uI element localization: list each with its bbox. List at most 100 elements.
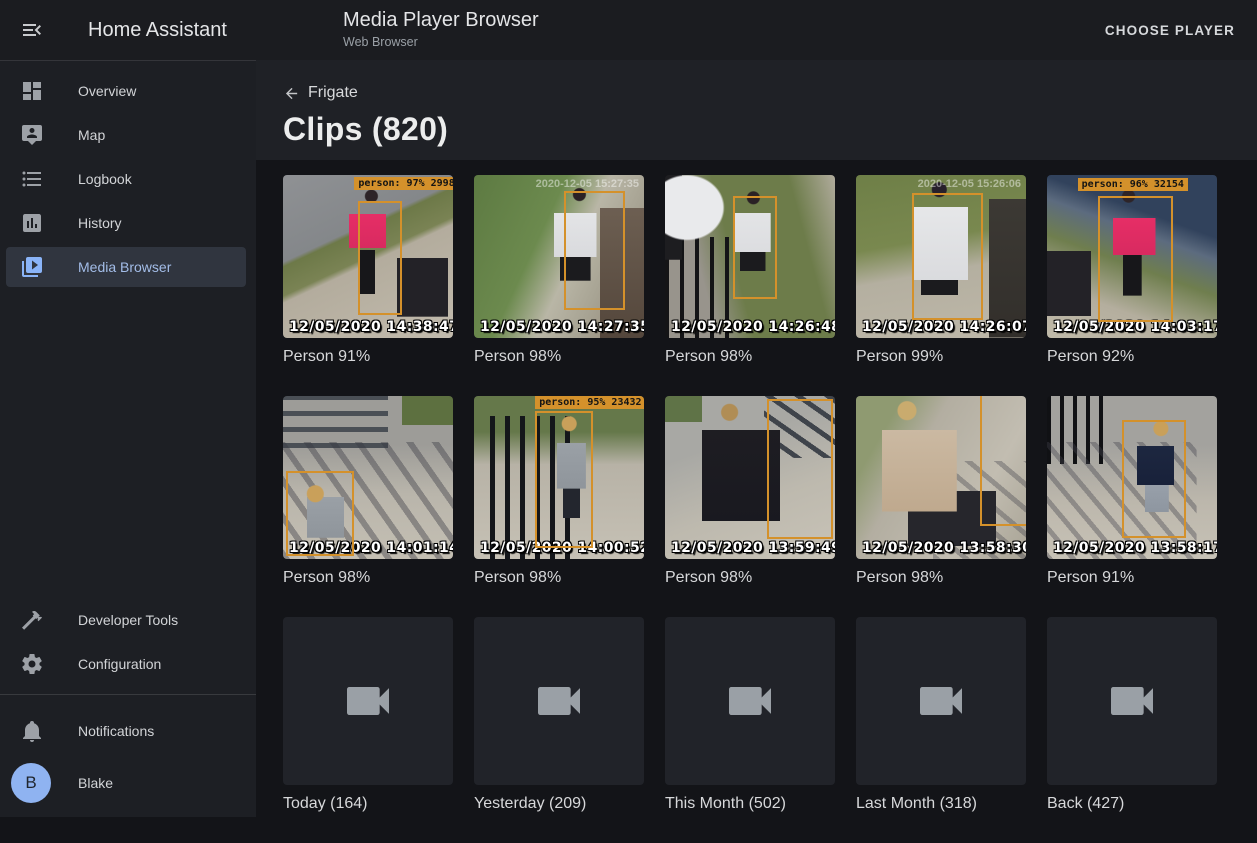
app-title: Home Assistant (88, 19, 227, 42)
detection-bbox (912, 193, 983, 320)
folder-thumbnail (283, 617, 453, 785)
clip-tile[interactable]: 12/05/2020 13:59:49 Person 98% (665, 396, 835, 587)
clip-caption: Person 92% (1047, 347, 1217, 366)
detection-label: person: 97% 29988 (354, 177, 453, 190)
detection-bbox (564, 191, 625, 310)
video-icon (531, 673, 587, 729)
sidebar-item-label: Logbook (78, 171, 132, 187)
video-icon (722, 673, 778, 729)
clip-timestamp: 12/05/2020 14:38:47 (289, 319, 453, 335)
page-header-subtitle: Web Browser (343, 35, 539, 49)
media-browser-content: Frigate Clips (820) person: 97% 29988 12… (256, 60, 1257, 817)
list-bulleted-icon (20, 167, 44, 191)
sidebar-item-overview[interactable]: Overview (6, 71, 246, 111)
folder-thumbnail (665, 617, 835, 785)
sidebar-divider (0, 694, 256, 695)
sidebar-item-configuration[interactable]: Configuration (6, 644, 246, 684)
clip-tile[interactable]: 12/05/2020 13:58:30 Person 98% (856, 396, 1026, 587)
sidebar: Overview Map Logbook History Media Brows… (0, 60, 256, 817)
sidebar-item-label: Map (78, 127, 105, 143)
detection-bbox (980, 396, 1026, 526)
menu-open-icon[interactable] (20, 18, 44, 42)
bell-icon (20, 719, 44, 743)
clip-caption: Person 98% (665, 568, 835, 587)
folder-tile-last-month[interactable]: Last Month (318) (856, 617, 1026, 813)
sidebar-item-label: History (78, 215, 122, 231)
clip-thumbnail: person: 95% 23432 12/05/2020 14:00:52 (474, 396, 644, 559)
detection-label: person: 95% 23432 (535, 396, 644, 409)
clip-thumbnail: 12/05/2020 13:58:17 (1047, 396, 1217, 559)
sidebar-item-history[interactable]: History (6, 203, 246, 243)
choose-player-button[interactable]: CHOOSE PLAYER (1105, 0, 1235, 60)
clip-timestamp: 12/05/2020 13:59:49 (671, 540, 835, 556)
detection-bbox (733, 196, 777, 299)
chart-box-icon (20, 211, 44, 235)
folder-tile-back[interactable]: Back (427) (1047, 617, 1217, 813)
folder-caption: This Month (502) (665, 794, 835, 813)
clip-timestamp: 12/05/2020 13:58:30 (862, 540, 1026, 556)
folder-caption: Today (164) (283, 794, 453, 813)
clip-caption: Person 98% (474, 568, 644, 587)
sidebar-item-logbook[interactable]: Logbook (6, 159, 246, 199)
detection-bbox (535, 411, 593, 548)
clip-caption: Person 98% (474, 347, 644, 366)
clip-tile[interactable]: person: 95% 23432 12/05/2020 14:00:52 Pe… (474, 396, 644, 587)
video-icon (340, 673, 396, 729)
folder-tile-this-month[interactable]: This Month (502) (665, 617, 835, 813)
clip-caption: Person 91% (1047, 568, 1217, 587)
clip-tile[interactable]: 2020-12-05 15:26:06 12/05/2020 14:26:07 … (856, 175, 1026, 366)
user-name: Blake (78, 775, 113, 791)
clip-timestamp: 12/05/2020 14:27:35 (480, 319, 644, 335)
folder-caption: Yesterday (209) (474, 794, 644, 813)
play-box-multiple-icon (20, 255, 44, 279)
sidebar-item-label: Configuration (78, 656, 161, 672)
folder-tile-yesterday[interactable]: Yesterday (209) (474, 617, 644, 813)
clip-thumbnail: 12/05/2020 13:58:30 (856, 396, 1026, 559)
folder-tile-today[interactable]: Today (164) (283, 617, 453, 813)
camera-osd-timestamp: 2020-12-05 15:27:35 (536, 178, 639, 190)
camera-osd-timestamp: 2020-12-05 15:26:06 (918, 178, 1021, 190)
video-icon (1104, 673, 1160, 729)
clip-timestamp: 12/05/2020 14:26:07 (862, 319, 1026, 335)
clip-tile[interactable]: person: 97% 29988 12/05/2020 14:38:47 Pe… (283, 175, 453, 366)
folder-thumbnail (1047, 617, 1217, 785)
sidebar-item-media-browser[interactable]: Media Browser (6, 247, 246, 287)
clip-thumbnail: 12/05/2020 13:59:49 (665, 396, 835, 559)
clip-tile[interactable]: 12/05/2020 14:01:14 Person 98% (283, 396, 453, 587)
clip-thumbnail: 2020-12-05 15:26:06 12/05/2020 14:26:07 (856, 175, 1026, 338)
clip-caption: Person 98% (283, 568, 453, 587)
video-icon (913, 673, 969, 729)
sidebar-item-label: Media Browser (78, 259, 171, 275)
sidebar-item-user-profile[interactable]: B Blake (6, 755, 246, 811)
sidebar-item-label: Overview (78, 83, 136, 99)
clip-thumbnail: person: 97% 29988 12/05/2020 14:38:47 (283, 175, 453, 338)
breadcrumb-back-frigate[interactable]: Frigate (283, 84, 358, 102)
clip-caption: Person 98% (665, 347, 835, 366)
sidebar-item-notifications[interactable]: Notifications (6, 711, 246, 751)
breadcrumb-label: Frigate (308, 84, 358, 102)
clip-tile[interactable]: 12/05/2020 13:58:17 Person 91% (1047, 396, 1217, 587)
map-account-icon (20, 123, 44, 147)
clip-thumbnail: 12/05/2020 14:01:14 (283, 396, 453, 559)
clip-thumbnail: 12/05/2020 14:26:48 (665, 175, 835, 338)
clip-tile[interactable]: person: 96% 32154 12/05/2020 14:03:17 Pe… (1047, 175, 1217, 366)
clip-caption: Person 98% (856, 568, 1026, 587)
detection-label: person: 96% 32154 (1078, 178, 1188, 191)
detection-bbox (1122, 420, 1187, 537)
app-top-bar: Home Assistant Media Player Browser Web … (0, 0, 1257, 60)
clip-timestamp: 12/05/2020 13:58:17 (1053, 540, 1217, 556)
clip-caption: Person 99% (856, 347, 1026, 366)
detection-bbox (767, 399, 833, 539)
clip-tile[interactable]: 2020-12-05 15:27:35 12/05/2020 14:27:35 … (474, 175, 644, 366)
sidebar-item-developer-tools[interactable]: Developer Tools (6, 600, 246, 640)
folder-caption: Back (427) (1047, 794, 1217, 813)
clip-thumbnail: person: 96% 32154 12/05/2020 14:03:17 (1047, 175, 1217, 338)
sidebar-item-map[interactable]: Map (6, 115, 246, 155)
gear-icon (20, 652, 44, 676)
clip-tile[interactable]: 12/05/2020 14:26:48 Person 98% (665, 175, 835, 366)
detection-bbox (358, 201, 402, 315)
sidebar-item-label: Notifications (78, 723, 154, 739)
detection-bbox (1098, 196, 1173, 322)
clips-grid: person: 97% 29988 12/05/2020 14:38:47 Pe… (256, 160, 1257, 843)
hammer-icon (20, 608, 44, 632)
